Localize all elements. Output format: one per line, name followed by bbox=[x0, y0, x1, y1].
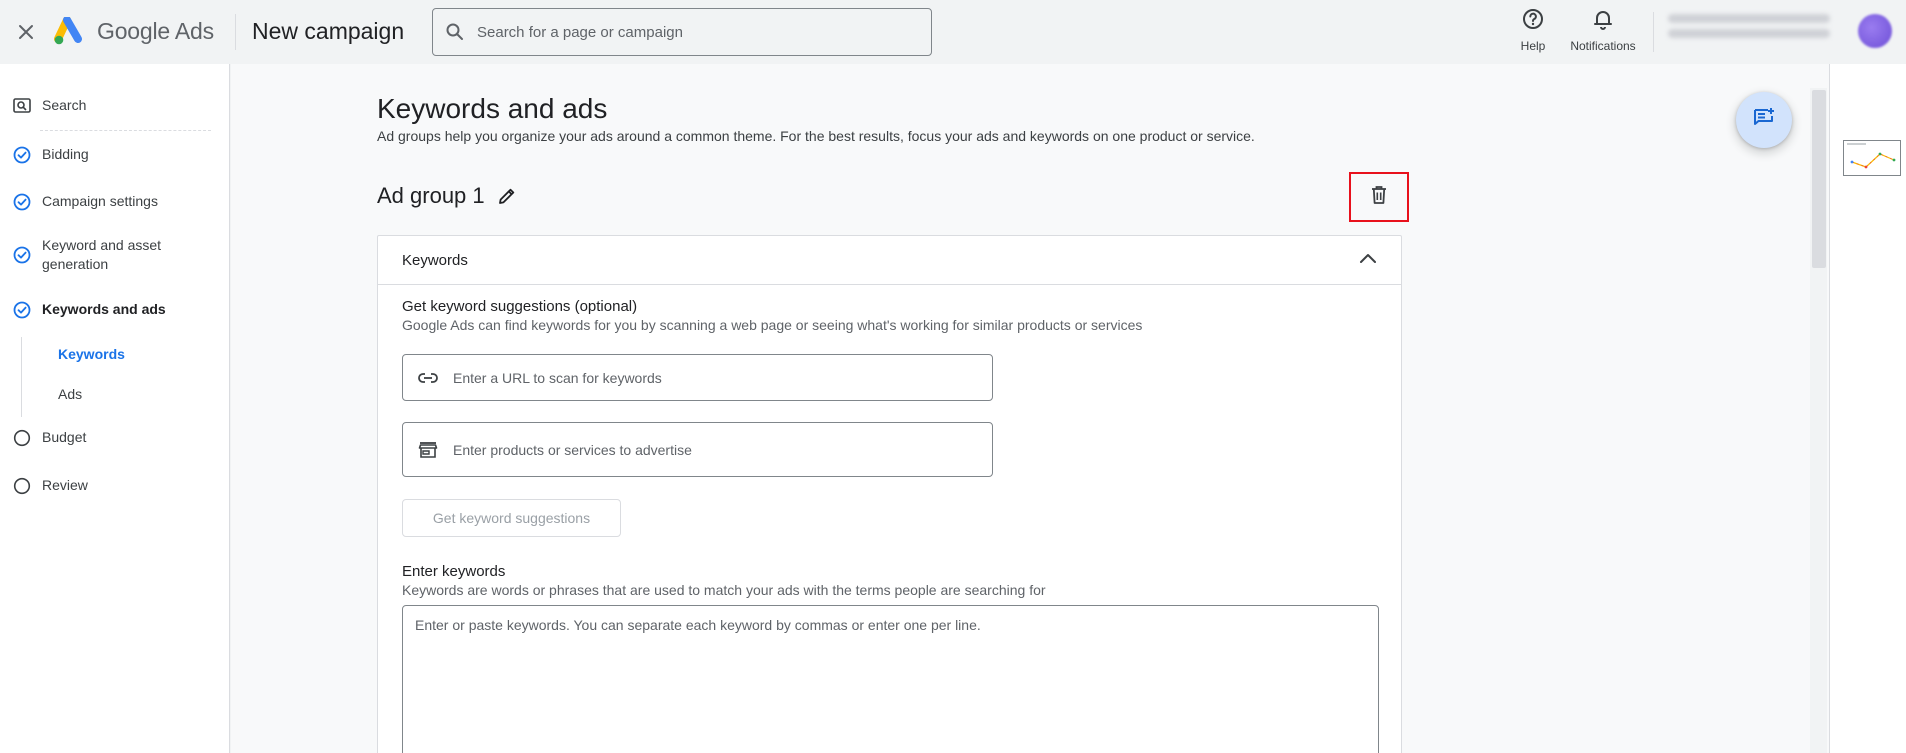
delete-ad-group-button[interactable] bbox=[1349, 172, 1409, 222]
topbar-divider bbox=[235, 14, 236, 50]
help-icon bbox=[1521, 7, 1545, 36]
sidebar-item-label: Review bbox=[42, 477, 88, 493]
ad-group-name: Ad group 1 bbox=[377, 183, 485, 208]
chevron-up-icon[interactable] bbox=[1359, 251, 1377, 269]
keywords-card-header[interactable]: Keywords bbox=[378, 236, 1401, 285]
right-side-panel bbox=[1829, 64, 1906, 753]
substeps-connector bbox=[21, 337, 22, 417]
sidebar-item-keywords-and-ads[interactable]: Keywords and ads bbox=[12, 300, 166, 320]
link-icon bbox=[403, 372, 453, 384]
help-label: Help bbox=[1520, 39, 1546, 53]
help-button[interactable]: Help bbox=[1516, 7, 1550, 53]
main-scrollbar-thumb[interactable] bbox=[1812, 90, 1826, 268]
campaign-steps-sidebar: Search Bidding Campaign settings Keyword… bbox=[0, 64, 230, 753]
enter-keywords-description: Keywords are words or phrases that are u… bbox=[402, 582, 1046, 598]
main-content: Keywords and ads Ad groups help you orga… bbox=[231, 64, 1829, 753]
sidebar-item-label: Budget bbox=[42, 429, 87, 445]
sidebar-subitem-keywords[interactable]: Keywords bbox=[58, 346, 125, 362]
products-input-field[interactable]: Enter products or services to advertise bbox=[402, 422, 993, 477]
sidebar-item-keyword-asset-generation[interactable]: Keyword and asset generation bbox=[12, 236, 192, 274]
page-subtitle: Ad groups help you organize your ads aro… bbox=[377, 128, 1255, 144]
check-circle-icon bbox=[12, 192, 32, 212]
page-title-new-campaign: New campaign bbox=[252, 18, 405, 44]
sidebar-item-label: Search bbox=[42, 97, 87, 113]
sidebar-item-budget[interactable]: Budget bbox=[12, 428, 86, 448]
notifications-label: Notifications bbox=[1570, 39, 1636, 53]
pencil-icon[interactable] bbox=[495, 184, 519, 208]
keywords-card: Keywords Get keyword suggestions (option… bbox=[377, 235, 1402, 753]
check-circle-icon bbox=[12, 245, 32, 265]
keywords-textarea-placeholder: Enter or paste keywords. You can separat… bbox=[415, 617, 981, 633]
sidebar-divider bbox=[40, 130, 211, 131]
sidebar-item-label: Keyword and asset generation bbox=[42, 237, 162, 272]
sidebar-item-search[interactable]: Search bbox=[12, 96, 86, 116]
page-title: Keywords and ads bbox=[377, 93, 608, 124]
enter-keywords-title: Enter keywords bbox=[402, 563, 506, 580]
keywords-card-title: Keywords bbox=[402, 251, 468, 269]
store-icon bbox=[403, 441, 453, 459]
search-icon bbox=[433, 22, 477, 42]
google-ads-logo-icon[interactable] bbox=[54, 16, 86, 47]
ad-group-title: Ad group 1 bbox=[377, 183, 519, 209]
sidebar-item-label: Campaign settings bbox=[42, 193, 158, 209]
keywords-textarea[interactable]: Enter or paste keywords. You can separat… bbox=[402, 605, 1379, 753]
search-input[interactable] bbox=[477, 23, 897, 41]
sidebar-item-bidding[interactable]: Bidding bbox=[12, 145, 89, 165]
avatar[interactable] bbox=[1858, 14, 1892, 48]
suggestions-section-title: Get keyword suggestions (optional) bbox=[402, 298, 638, 315]
add-comment-icon bbox=[1753, 107, 1775, 134]
empty-circle-icon bbox=[12, 476, 32, 496]
notifications-button[interactable]: Notifications bbox=[1563, 7, 1643, 53]
products-input-placeholder: Enter products or services to advertise bbox=[453, 441, 692, 458]
close-icon[interactable] bbox=[12, 18, 40, 46]
bell-icon bbox=[1591, 7, 1615, 36]
feedback-fab-button[interactable] bbox=[1736, 92, 1792, 148]
sidebar-item-label: Bidding bbox=[42, 146, 89, 162]
account-name-redacted bbox=[1668, 14, 1830, 23]
topbar-divider bbox=[1653, 12, 1654, 52]
check-circle-icon bbox=[12, 300, 32, 320]
sidebar-item-review[interactable]: Review bbox=[12, 476, 88, 496]
suggestions-section-description: Google Ads can find keywords for you by … bbox=[402, 317, 1143, 333]
search-box[interactable] bbox=[432, 8, 932, 56]
brand-name[interactable]: Google Ads bbox=[97, 18, 214, 45]
url-input-field[interactable]: Enter a URL to scan for keywords bbox=[402, 354, 993, 401]
sidebar-item-campaign-settings[interactable]: Campaign settings bbox=[12, 192, 158, 212]
url-input-placeholder: Enter a URL to scan for keywords bbox=[453, 369, 662, 386]
get-keyword-suggestions-button[interactable]: Get keyword suggestions bbox=[402, 499, 621, 537]
account-info[interactable] bbox=[1668, 14, 1830, 44]
account-email-redacted bbox=[1668, 29, 1830, 38]
sidebar-subitem-ads[interactable]: Ads bbox=[58, 386, 82, 402]
trash-icon bbox=[1370, 185, 1388, 210]
empty-circle-icon bbox=[12, 428, 32, 448]
chart-preview-thumbnail[interactable] bbox=[1843, 140, 1901, 176]
sidebar-item-label: Keywords and ads bbox=[42, 301, 166, 317]
check-circle-icon bbox=[12, 145, 32, 165]
top-app-bar: Google Ads New campaign Help Notificatio… bbox=[0, 0, 1906, 64]
search-step-icon bbox=[12, 96, 32, 116]
